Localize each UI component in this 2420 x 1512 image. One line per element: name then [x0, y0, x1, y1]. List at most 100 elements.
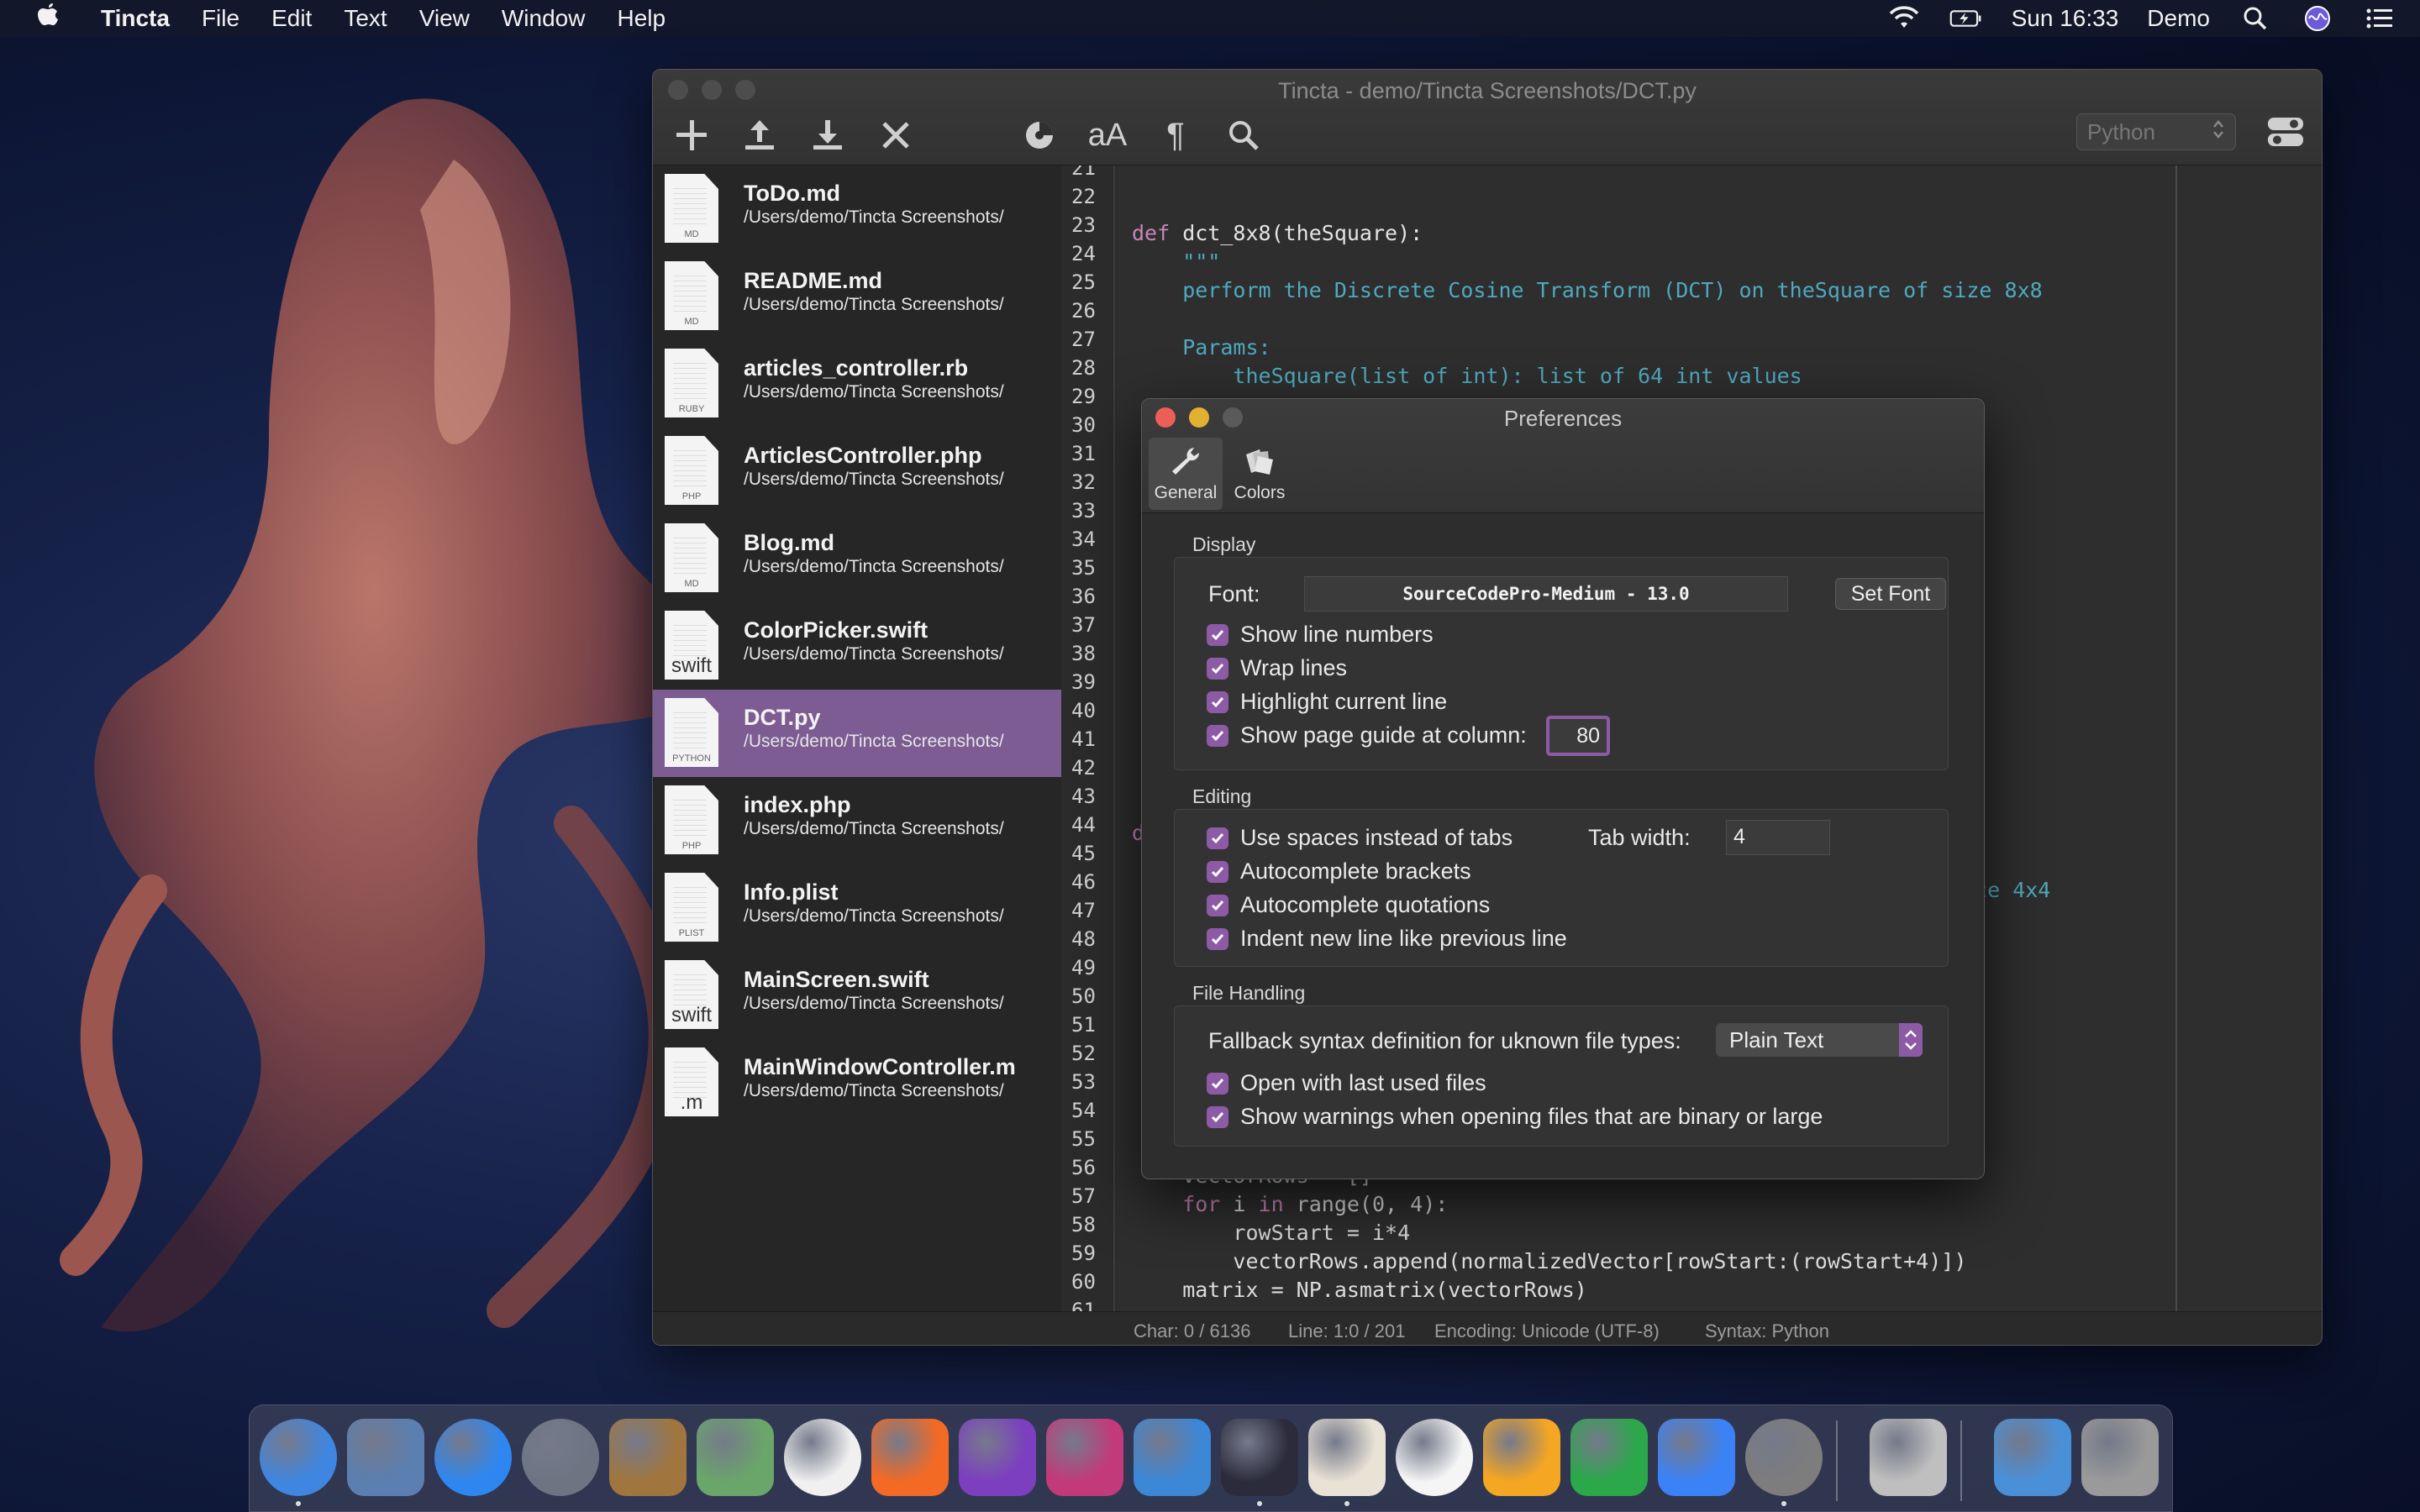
syntax-select[interactable]: Python	[2076, 113, 2236, 150]
file-list-item[interactable]: MD README.md/Users/demo/Tincta Screenshot…	[653, 253, 1061, 340]
battery-icon[interactable]	[1949, 6, 1983, 31]
highlight-current-line-checkbox[interactable]	[1207, 690, 1228, 713]
dock	[249, 1404, 2173, 1512]
numbers-icon[interactable]	[1570, 1419, 1648, 1496]
keynote-icon[interactable]	[1658, 1419, 1735, 1496]
system-preferences-icon[interactable]	[1745, 1419, 1823, 1496]
menu-view[interactable]: View	[419, 5, 470, 32]
octopus-app-icon[interactable]	[1221, 1419, 1298, 1496]
file-list-item[interactable]: PHP index.php/Users/demo/Tincta Screensho…	[653, 777, 1061, 864]
app-store-icon[interactable]	[434, 1419, 512, 1496]
photos-icon[interactable]	[784, 1419, 861, 1496]
wrap-lines-row[interactable]: Wrap lines	[1207, 655, 1347, 681]
document-icon: PHP	[665, 436, 718, 505]
notification-center-icon[interactable]	[2363, 6, 2396, 31]
menu-edit[interactable]: Edit	[271, 5, 312, 32]
folder-icon[interactable]	[1994, 1419, 2071, 1496]
file-list-item[interactable]: PYTHON DCT.py/Users/demo/Tincta Screensho…	[653, 690, 1061, 777]
indent-new-line-row[interactable]: Indent new line like previous line	[1207, 926, 1567, 952]
font-field[interactable]: SourceCodePro-Medium - 13.0	[1304, 576, 1788, 612]
finder-icon[interactable]	[260, 1419, 337, 1496]
file-list-item[interactable]: swift MainScreen.swift/Users/demo/Tincta …	[653, 952, 1061, 1039]
line-number: 34	[1071, 528, 1096, 551]
open-last-used-row[interactable]: Open with last used files	[1207, 1070, 1486, 1096]
search-icon[interactable]	[1220, 112, 1267, 159]
file-list-item[interactable]: MD Blog.md/Users/demo/Tincta Screenshots/	[653, 515, 1061, 602]
font-label: Font:	[1208, 581, 1260, 606]
font-size-icon[interactable]: aA	[1084, 112, 1131, 159]
file-name: Blog.md	[744, 530, 834, 555]
trash-icon[interactable]	[2081, 1419, 2159, 1496]
menu-file[interactable]: File	[202, 5, 239, 32]
maps-icon[interactable]	[697, 1419, 774, 1496]
wrap-lines-checkbox[interactable]	[1207, 657, 1228, 680]
editing-group: Use spaces instead of tabs Tab width: 4 …	[1174, 809, 1949, 967]
use-spaces-row[interactable]: Use spaces instead of tabs	[1207, 825, 1512, 851]
open-last-used-checkbox[interactable]	[1207, 1072, 1228, 1095]
autocomplete-brackets-checkbox[interactable]	[1207, 860, 1228, 883]
sidebar-toggle-icon[interactable]	[2266, 115, 2307, 149]
download-icon[interactable]	[804, 112, 851, 159]
document-icon: PLIST	[665, 873, 718, 942]
autocomplete-quotations-row[interactable]: Autocomplete quotations	[1207, 892, 1490, 918]
siri-icon[interactable]	[2301, 6, 2334, 31]
color-wheel-icon[interactable]	[1016, 112, 1063, 159]
tab-general[interactable]: General	[1149, 438, 1223, 510]
music-icon[interactable]	[1396, 1419, 1473, 1496]
menu-window[interactable]: Window	[502, 5, 586, 32]
autocomplete-brackets-row[interactable]: Autocomplete brackets	[1207, 858, 1471, 885]
tincta-icon[interactable]	[1046, 1419, 1123, 1496]
use-spaces-checkbox[interactable]	[1207, 827, 1228, 849]
tab-width-field[interactable]: 4	[1726, 820, 1830, 855]
menu-help[interactable]: Help	[617, 5, 666, 32]
firefox-icon[interactable]	[871, 1419, 949, 1496]
mail-icon[interactable]	[347, 1419, 424, 1496]
file-path: /Users/demo/Tincta Screenshots/	[744, 1081, 1004, 1100]
preferences-title: Preferences	[1503, 406, 1623, 431]
affinity-icon[interactable]	[959, 1419, 1036, 1496]
font-book-icon[interactable]	[1870, 1419, 1947, 1496]
close-file-icon[interactable]	[872, 112, 919, 159]
line-number: 57	[1071, 1184, 1096, 1208]
contacts-icon[interactable]	[609, 1419, 687, 1496]
tab-colors-label: Colors	[1234, 483, 1286, 502]
fallback-syntax-select[interactable]: Plain Text	[1716, 1023, 1923, 1057]
xcode-icon[interactable]	[1134, 1419, 1211, 1496]
wifi-icon[interactable]	[1887, 6, 1921, 31]
menu-clock[interactable]: Sun 16:33	[2012, 5, 2119, 32]
tab-colors[interactable]: Colors	[1223, 438, 1297, 510]
document-icon: PYTHON	[665, 698, 718, 767]
file-list-item[interactable]: .m MainWindowController.m/Users/demo/Tinc…	[653, 1039, 1061, 1126]
file-list-item[interactable]: MD ToDo.md/Users/demo/Tincta Screenshots/	[653, 165, 1061, 253]
show-warnings-row[interactable]: Show warnings when opening files that ar…	[1207, 1104, 1823, 1130]
file-list-item[interactable]: PHP ArticlesController.php/Users/demo/Tin…	[653, 428, 1061, 515]
show-warnings-checkbox[interactable]	[1207, 1105, 1228, 1128]
upload-icon[interactable]	[736, 112, 783, 159]
menu-user[interactable]: Demo	[2147, 5, 2210, 32]
display-group: Font: SourceCodePro-Medium - 13.0 Set Fo…	[1174, 557, 1949, 770]
wrench-icon	[1172, 448, 1200, 475]
pixelmator-icon[interactable]	[1308, 1419, 1386, 1496]
line-number: 36	[1071, 585, 1096, 608]
show-line-numbers-checkbox[interactable]	[1207, 623, 1228, 646]
show-line-numbers-row[interactable]: Show line numbers	[1207, 622, 1434, 648]
file-list-item[interactable]: RUBY articles_controller.rb/Users/demo/Ti…	[653, 340, 1061, 428]
launchpad-icon[interactable]	[522, 1419, 599, 1496]
autocomplete-quotations-checkbox[interactable]	[1207, 894, 1228, 916]
show-page-guide-row[interactable]: Show page guide at column:	[1207, 722, 1527, 748]
file-name: ColorPicker.swift	[744, 617, 929, 643]
apple-icon[interactable]	[34, 2, 62, 35]
pages-icon[interactable]	[1483, 1419, 1560, 1496]
indent-new-line-checkbox[interactable]	[1207, 927, 1228, 950]
file-list-item[interactable]: PLIST Info.plist/Users/demo/Tincta Screen…	[653, 864, 1061, 952]
set-font-button[interactable]: Set Font	[1835, 578, 1946, 610]
new-icon[interactable]	[668, 112, 715, 159]
pilcrow-icon[interactable]: ¶	[1152, 112, 1199, 159]
show-page-guide-checkbox[interactable]	[1207, 724, 1228, 747]
file-list-item[interactable]: swift ColorPicker.swift/Users/demo/Tincta…	[653, 602, 1061, 690]
page-guide-column-field[interactable]: 80	[1546, 716, 1610, 756]
highlight-current-line-row[interactable]: Highlight current line	[1207, 689, 1447, 715]
menu-app-name[interactable]: Tincta	[101, 5, 170, 32]
menu-text[interactable]: Text	[344, 5, 387, 32]
search-icon[interactable]	[2238, 6, 2272, 31]
